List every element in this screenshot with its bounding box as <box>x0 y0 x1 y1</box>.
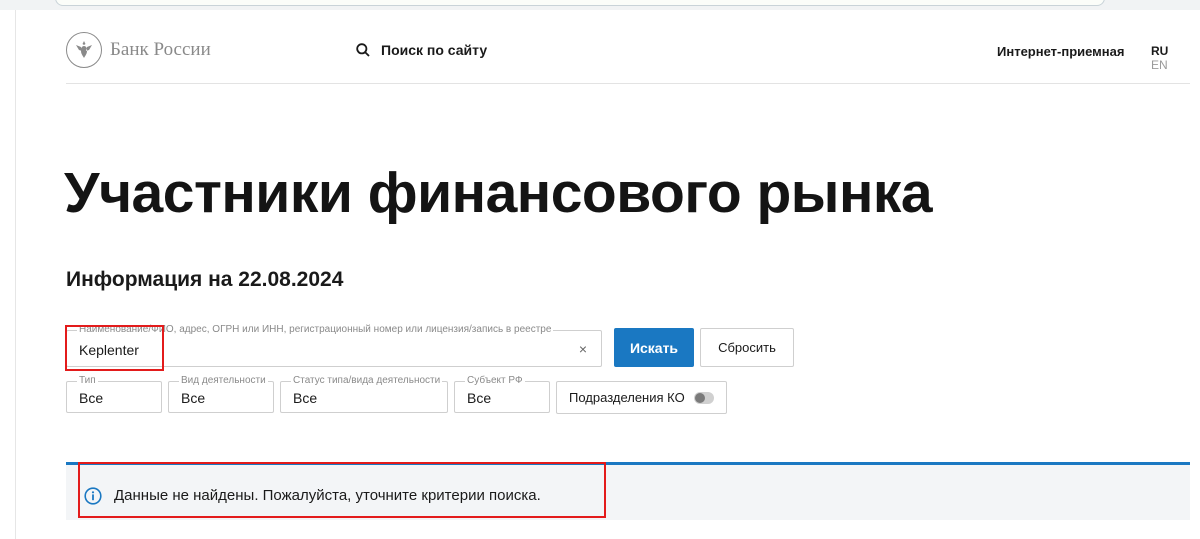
subdivisions-toggle[interactable] <box>694 392 714 404</box>
type-select-label: Тип <box>77 375 98 386</box>
search-input[interactable]: Наименование/ФИО, адрес, ОГРН или ИНН, р… <box>66 324 602 367</box>
status-select-value: Все <box>293 390 318 406</box>
eagle-emblem-icon <box>66 32 102 68</box>
search-button[interactable]: Искать <box>614 328 694 367</box>
clear-icon[interactable]: × <box>579 341 587 357</box>
internet-reception-link[interactable]: Интернет-приемная <box>997 44 1124 59</box>
activity-select-label: Вид деятельности <box>179 375 268 386</box>
subdivisions-label: Подразделения КО <box>569 390 685 405</box>
site-search-label: Поиск по сайту <box>381 42 488 58</box>
address-bar[interactable] <box>55 0 1105 6</box>
no-results-message: Данные не найдены. Пожалуйста, уточните … <box>114 487 541 504</box>
status-select-label: Статус типа/вида деятельности <box>291 375 443 386</box>
bank-logo[interactable]: Банк России <box>66 32 211 68</box>
activity-select-value: Все <box>181 390 206 406</box>
browser-chrome <box>0 0 1200 10</box>
type-select-value: Все <box>79 390 104 406</box>
lang-en[interactable]: EN <box>1151 58 1168 72</box>
search-input-label: Наименование/ФИО, адрес, ОГРН или ИНН, р… <box>77 324 554 335</box>
type-select[interactable]: Тип Все <box>66 375 162 413</box>
no-results-alert: Данные не найдены. Пожалуйста, уточните … <box>66 462 1190 520</box>
subject-select[interactable]: Субъект РФ Все <box>454 375 550 413</box>
site-search-button[interactable]: Поиск по сайту <box>356 42 487 58</box>
activity-select[interactable]: Вид деятельности Все <box>168 375 274 413</box>
lang-ru[interactable]: RU <box>1151 44 1168 58</box>
subject-select-label: Субъект РФ <box>465 375 525 386</box>
language-switcher: RU EN <box>1151 44 1190 72</box>
page-title: Участники финансового рынка <box>64 161 933 225</box>
reset-button[interactable]: Сбросить <box>700 328 794 367</box>
page-border <box>15 10 16 539</box>
site-header: Банк России Поиск по сайту Интернет-прие… <box>66 30 1190 84</box>
subdivisions-filter[interactable]: Подразделения КО <box>556 381 727 414</box>
info-icon <box>84 487 102 505</box>
logo-text: Банк России <box>110 39 211 60</box>
search-icon <box>356 43 370 57</box>
info-date: Информация на 22.08.2024 <box>66 268 344 291</box>
search-input-value[interactable]: Keplenter <box>79 342 139 358</box>
status-select[interactable]: Статус типа/вида деятельности Все <box>280 375 448 413</box>
subject-select-value: Все <box>467 390 492 406</box>
